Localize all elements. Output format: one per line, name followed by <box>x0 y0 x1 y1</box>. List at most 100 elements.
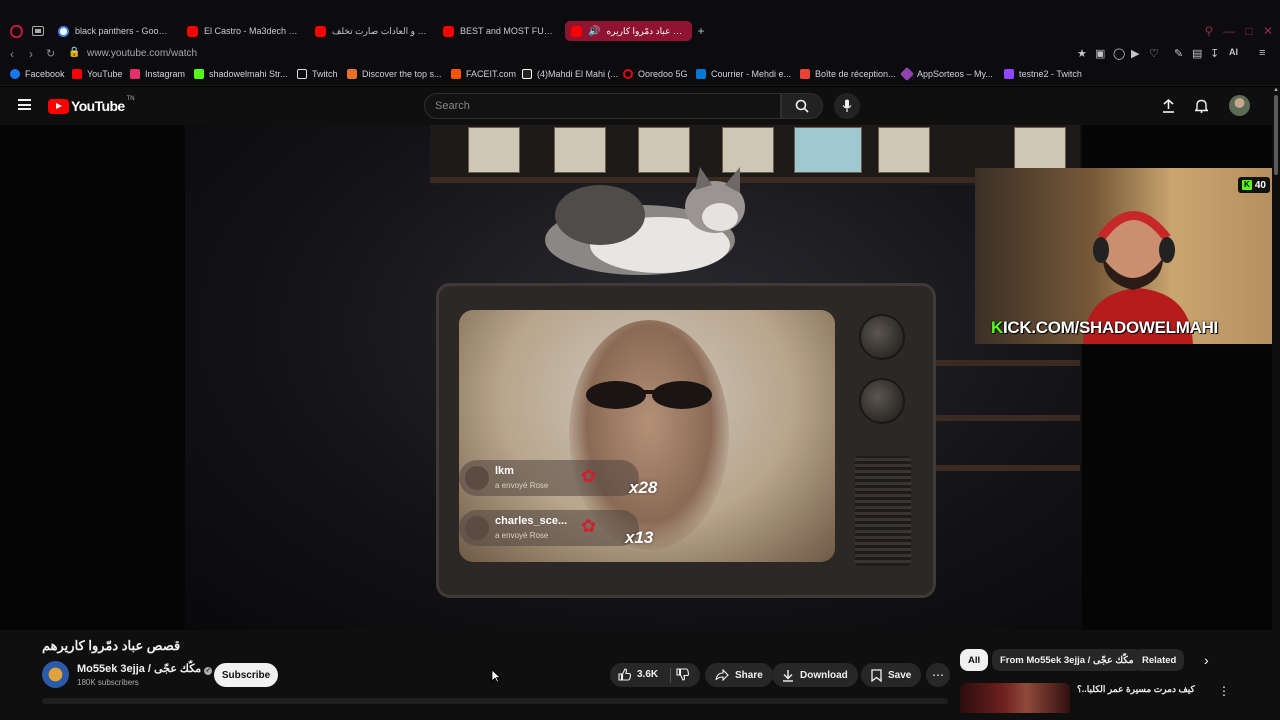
scroll-up-icon[interactable]: ▲ <box>1273 87 1279 93</box>
download-icon[interactable]: ↧ <box>1210 47 1219 60</box>
tab-active-video[interactable]: 🔊 قصص عباد دمّروا كاريره <box>565 21 692 41</box>
save-label: Save <box>888 669 912 681</box>
recommendation-thumbnail[interactable] <box>960 683 1070 713</box>
bookmark-label: testne2 - Twitch <box>1019 69 1082 79</box>
bookmark-label: Discover the top s... <box>362 69 442 79</box>
speaker-icon[interactable]: 🔊 <box>588 26 600 37</box>
forward-icon[interactable]: › <box>29 47 33 61</box>
viewer-count: 40 <box>1254 179 1266 191</box>
search-icon <box>795 99 809 113</box>
bookmark-faceit[interactable]: FACEIT.com <box>451 69 516 79</box>
tab-el-castro[interactable]: El Castro - Ma3dech mna <box>181 21 305 41</box>
bookmark-icon[interactable]: ★ <box>1077 47 1087 60</box>
player-icon[interactable]: ▶ <box>1131 47 1139 60</box>
scrollbar-thumb[interactable] <box>1274 95 1278 175</box>
tab-label: black panthers - Google S <box>75 26 170 36</box>
search-input[interactable] <box>425 94 780 118</box>
close-icon[interactable]: ✕ <box>1262 25 1274 37</box>
bookmark-appsorteos[interactable]: AppSorteos – My... <box>899 66 993 82</box>
video-player[interactable]: lkm a envoyé Rose ✿ x28 charles_sce... a… <box>0 125 1272 630</box>
back-icon[interactable]: ‹ <box>10 47 14 61</box>
outlook-icon <box>696 69 706 79</box>
chip-all[interactable]: All <box>960 649 989 671</box>
bookmarks-bar: Facebook YouTube Instagram shadowelmahi … <box>0 64 1280 86</box>
recommendation-title[interactable]: كيف دمرت مسيرة عمر الكلبا..؟ <box>1077 684 1195 695</box>
reload-icon[interactable]: ↻ <box>46 47 55 60</box>
tab-menu-icon[interactable] <box>31 24 45 38</box>
account-avatar[interactable] <box>1229 95 1250 116</box>
tiktok-icon <box>522 69 532 79</box>
thumbs-down-icon <box>676 668 690 681</box>
snapshot-icon[interactable]: ▣ <box>1095 47 1105 60</box>
bookmark-label: Ooredoo 5G <box>638 69 688 79</box>
lock-icon[interactable]: 🔒 <box>68 47 80 58</box>
menu-icon[interactable] <box>18 99 31 110</box>
channel-avatar[interactable] <box>42 661 69 688</box>
voice-search-button[interactable] <box>834 93 860 119</box>
more-actions-button[interactable]: ⋯ <box>926 663 950 687</box>
browser-tab-bar: black panthers - Google S El Castro - Ma… <box>0 0 1280 44</box>
thumbs-up-icon <box>618 668 631 681</box>
youtube-logo[interactable]: YouTube TN <box>48 96 135 114</box>
kick-url-text: ICK.COM/SHADOWELMAHI <box>1002 318 1218 337</box>
streamer-webcam: K 40 KICK.COM/SHADOWELMAHI <box>975 168 1272 344</box>
search-button[interactable] <box>781 93 823 119</box>
minimize-icon[interactable]: — <box>1223 25 1235 37</box>
url-field[interactable]: www.youtube.com/watch <box>87 48 197 59</box>
chip-related[interactable]: Related <box>1134 649 1185 671</box>
discover-icon <box>347 69 357 79</box>
save-button[interactable]: Save <box>861 663 922 687</box>
bookmark-ooredoo[interactable]: Ooredoo 5G <box>623 69 688 79</box>
search-tabs-icon[interactable]: ⚲ <box>1203 25 1215 37</box>
youtube-favicon-icon <box>187 25 198 37</box>
bookmark-kick[interactable]: shadowelmahi Str... <box>194 69 288 79</box>
opera-logo-icon[interactable] <box>9 24 23 38</box>
gifter-name: lkm <box>495 465 514 477</box>
tab-google[interactable]: black panthers - Google S <box>52 21 176 41</box>
page-scrollbar[interactable]: ▲ <box>1272 87 1280 720</box>
extensions-icon[interactable]: ✎ <box>1174 47 1183 60</box>
like-divider <box>670 668 671 682</box>
easy-setup-icon[interactable]: ≡ <box>1259 47 1265 59</box>
share-label: Share <box>735 669 763 681</box>
wallet-icon[interactable]: ▤ <box>1192 47 1202 60</box>
bookmark-discover[interactable]: Discover the top s... <box>347 69 442 79</box>
recommendation-menu-icon[interactable]: ⋮ <box>1218 684 1230 698</box>
bookmark-instagram[interactable]: Instagram <box>130 69 185 79</box>
aria-ai-button[interactable]: AI <box>1229 47 1238 57</box>
channel-name-link[interactable]: Mo55ek 3ejja / مكّك عجّى ✓ <box>77 662 213 675</box>
subscribe-button[interactable]: Subscribe <box>214 663 278 687</box>
tv-screen: lkm a envoyé Rose ✿ x28 charles_sce... a… <box>459 310 835 562</box>
tab-religion-video[interactable]: الدين و العادات صارت تخلف <box>309 21 433 41</box>
ai-label: AI <box>1229 47 1238 57</box>
upload-icon[interactable] <box>1160 98 1176 114</box>
shelf-plank <box>930 360 1080 366</box>
gmail-icon <box>800 69 810 79</box>
adblock-icon[interactable]: ◯ <box>1113 47 1125 60</box>
chevron-right-icon[interactable]: › <box>1204 652 1209 668</box>
new-tab-plus-icon[interactable]: + <box>694 24 708 38</box>
bookmark-facebook[interactable]: Facebook <box>10 69 65 79</box>
youtube-favicon-icon <box>443 25 454 37</box>
bookmark-gmail[interactable]: Boîte de réception... <box>800 69 896 79</box>
maximize-icon[interactable]: □ <box>1243 25 1255 37</box>
tab-funny-video[interactable]: BEST and MOST FUNNY <box>437 21 561 41</box>
like-button[interactable]: 3.6K <box>618 668 658 681</box>
tv-speaker-grille <box>855 456 911 566</box>
gifter-avatar <box>465 516 489 540</box>
notifications-bell-icon[interactable] <box>1193 98 1209 114</box>
dislike-button[interactable] <box>676 668 690 686</box>
bookmark-twitch[interactable]: Twitch <box>297 69 338 79</box>
bookmark-tiktok[interactable]: (4)Mahdi El Mahi (... <box>522 69 618 79</box>
bookmark-youtube[interactable]: YouTube <box>72 69 122 79</box>
heart-icon[interactable]: ♡ <box>1149 47 1159 60</box>
bookmark-label: AppSorteos – My... <box>917 69 993 79</box>
share-button[interactable]: Share <box>705 663 773 687</box>
tab-label: El Castro - Ma3dech mna <box>204 26 299 36</box>
mouse-cursor-icon <box>491 669 501 683</box>
download-button[interactable]: Download <box>772 663 858 687</box>
bookmark-twitch-testne2[interactable]: testne2 - Twitch <box>1004 69 1082 79</box>
bookmark-outlook[interactable]: Courrier - Mehdi e... <box>696 69 791 79</box>
chip-from-channel[interactable]: From Mo55ek 3ejja / مكّك عجّى <box>992 649 1142 671</box>
bookmark-label: (4)Mahdi El Mahi (... <box>537 69 619 79</box>
